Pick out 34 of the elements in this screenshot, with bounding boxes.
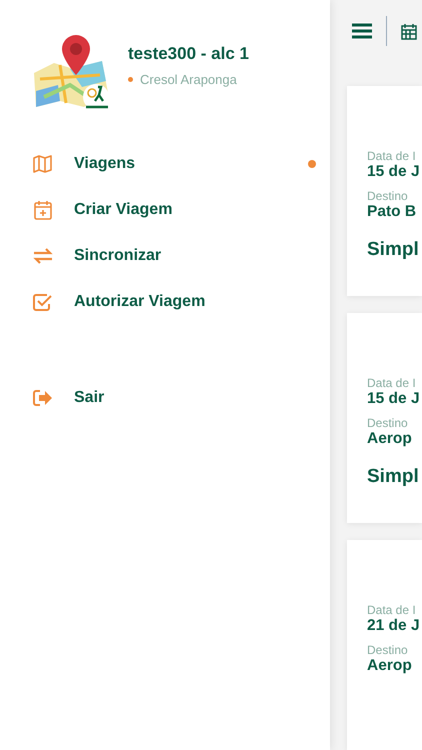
calendar-plus-icon <box>34 200 52 220</box>
menu-button[interactable] <box>352 23 372 39</box>
date-value: 15 de J <box>367 163 420 181</box>
menu-item[interactable]: Criar Viagem <box>0 187 330 233</box>
trip-card[interactable]: Data de I 15 de J Destino Aerop Simpl <box>347 313 422 523</box>
destination-value: Pato B <box>367 203 416 221</box>
date-label: Data de I <box>367 149 416 163</box>
user-name: teste300 - alc 1 <box>128 44 249 64</box>
date-value: 15 de J <box>367 390 420 408</box>
logout-item[interactable]: Sair <box>0 375 330 421</box>
destination-label: Destino <box>367 643 408 657</box>
date-value: 21 de J <box>367 617 420 635</box>
trip-card[interactable]: Data de I 15 de J Destino Pato B Simpl <box>347 86 422 296</box>
date-label: Data de I <box>367 603 416 617</box>
destination-value: Aerop <box>367 657 412 675</box>
menu-icon <box>352 23 372 39</box>
calendar-button[interactable] <box>401 23 417 40</box>
trip-type: Simpl <box>367 466 419 488</box>
exit-icon <box>33 389 53 407</box>
trip-type: Simpl <box>367 239 419 261</box>
calendar-icon <box>401 23 417 40</box>
date-label: Data de I <box>367 376 416 390</box>
menu-item[interactable]: Autorizar Viagem <box>0 279 330 325</box>
menu-item[interactable]: Sincronizar <box>0 233 330 279</box>
destination-label: Destino <box>367 416 408 430</box>
destination-label: Destino <box>367 189 408 203</box>
destination-value: Aerop <box>367 430 412 448</box>
organization-name: Cresol Araponga <box>140 72 237 86</box>
menu-item[interactable]: Viagens <box>0 141 330 187</box>
map-icon <box>33 155 53 173</box>
trip-card[interactable]: Data de I 21 de J Destino Aerop <box>347 540 422 750</box>
checkbox-icon <box>33 293 53 311</box>
sync-icon <box>33 248 53 264</box>
status-dot-icon <box>128 76 133 82</box>
